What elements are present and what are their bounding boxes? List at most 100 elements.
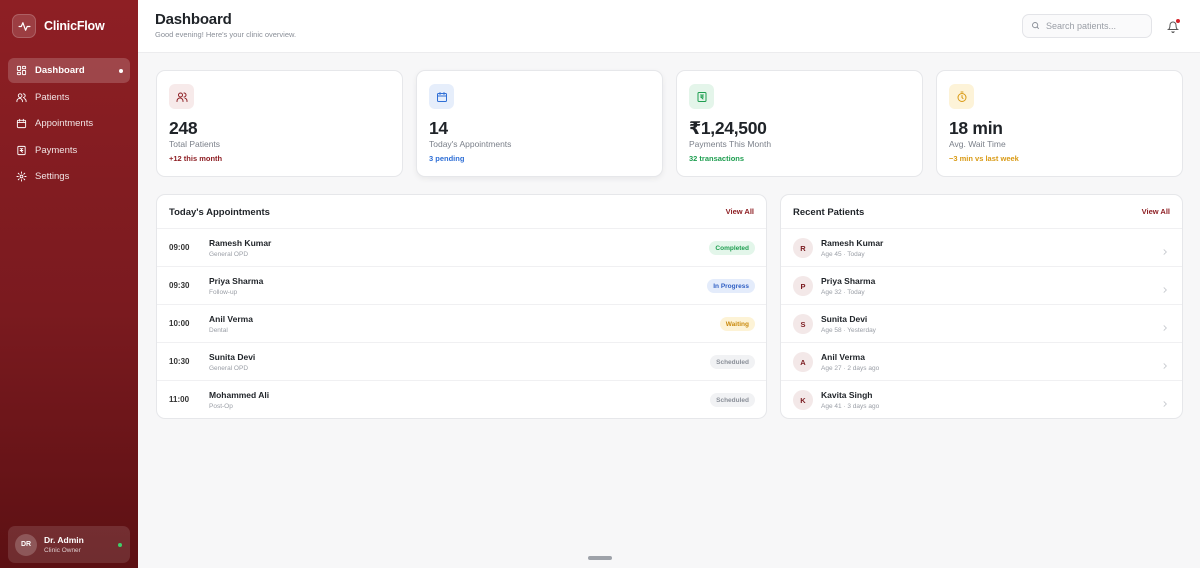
list-item[interactable]: S Sunita Devi Age 58 · Yesterday [781, 304, 1182, 342]
patient-meta: Age 45 · Today [821, 251, 865, 258]
recent-patients-panel: Recent Patients View All R Ramesh Kumar … [780, 194, 1183, 419]
view-all-appointments-link[interactable]: View All [726, 207, 754, 216]
table-row[interactable]: 11:00 Mohammed Ali Post-Op Scheduled [157, 380, 766, 418]
notifications-button[interactable] [1166, 19, 1180, 33]
chevron-right-icon [1161, 281, 1169, 293]
avatar: R [793, 238, 813, 258]
table-row[interactable]: 09:00 Ramesh Kumar General OPD Completed [157, 228, 766, 266]
avatar: K [793, 390, 813, 410]
appointment-time: 11:00 [169, 395, 190, 404]
receipt-icon [689, 84, 714, 109]
search-box[interactable] [1022, 14, 1152, 38]
receipt-icon [16, 145, 27, 156]
todays-appointments-panel: Today's Appointments View All 09:00 Rame… [156, 194, 767, 419]
page-title: Dashboard [155, 11, 232, 28]
status-badge: Completed [709, 241, 755, 255]
search-icon [1031, 17, 1040, 35]
patient-name: Sunita Devi [209, 352, 256, 362]
patient-name: Ramesh Kumar [209, 238, 272, 248]
chevron-right-icon [1161, 319, 1169, 331]
top-header: Dashboard Good evening! Here's your clin… [138, 0, 1200, 53]
sidebar-item-label: Dashboard [35, 65, 85, 76]
stat-label: Total Patients [169, 139, 221, 149]
avatar: P [793, 276, 813, 296]
patient-name: Anil Verma [821, 352, 865, 362]
stat-card-payments[interactable]: ₹1,24,500 Payments This Month 32 transac… [676, 70, 923, 177]
user-name: Dr. Admin [44, 535, 84, 545]
avatar: DR [15, 533, 37, 556]
panel-title: Recent Patients [793, 207, 865, 218]
patient-name: Kavita Singh [821, 390, 873, 400]
stat-value: ₹1,24,500 [689, 118, 767, 138]
sidebar-nav: Dashboard Patients Appointments Payments [8, 58, 130, 191]
patient-name: Priya Sharma [821, 276, 876, 286]
stat-note: 3 pending [429, 154, 465, 163]
stat-card-todays-appointments[interactable]: 14 Today's Appointments 3 pending [416, 70, 663, 177]
view-all-patients-link[interactable]: View All [1142, 207, 1170, 216]
status-badge: Scheduled [710, 355, 755, 369]
appointment-type: General OPD [209, 365, 249, 372]
brand-name: ClinicFlow [44, 19, 105, 33]
chevron-right-icon [1161, 357, 1169, 369]
patient-name: Sunita Devi [821, 314, 868, 324]
stat-note: 32 transactions [689, 154, 745, 163]
search-input[interactable] [1046, 21, 1141, 31]
brand[interactable]: ClinicFlow [12, 14, 105, 38]
calendar-icon [16, 118, 27, 129]
list-item[interactable]: A Anil Verma Age 27 · 2 days ago [781, 342, 1182, 380]
sidebar-item-patients[interactable]: Patients [8, 85, 130, 110]
patient-meta: Age 41 · 3 days ago [821, 403, 880, 410]
patient-name: Mohammed Ali [209, 390, 270, 400]
stat-card-total-patients[interactable]: 248 Total Patients +12 this month [156, 70, 403, 177]
appointment-time: 09:30 [169, 281, 190, 290]
user-role: Clinic Owner [44, 547, 81, 554]
patient-name: Ramesh Kumar [821, 238, 884, 248]
appointment-time: 10:00 [169, 319, 190, 328]
users-icon [16, 92, 27, 103]
sidebar-item-dashboard[interactable]: Dashboard [8, 58, 130, 83]
avatar: S [793, 314, 813, 334]
status-badge: Waiting [719, 317, 755, 331]
appointment-type: General OPD [209, 251, 249, 258]
list-item[interactable]: P Priya Sharma Age 32 · Today [781, 266, 1182, 304]
patient-name: Anil Verma [209, 314, 253, 324]
patient-name: Priya Sharma [209, 276, 264, 286]
sidebar: ClinicFlow Dashboard Patients Appointmen… [0, 0, 138, 568]
calendar-icon [429, 84, 454, 109]
stat-value: 248 [169, 118, 198, 138]
online-status-dot [118, 543, 122, 547]
appointment-type: Dental [209, 327, 228, 334]
page-subtitle: Good evening! Here's your clinic overvie… [155, 30, 297, 39]
appointment-time: 09:00 [169, 243, 190, 252]
chevron-right-icon [1161, 243, 1169, 255]
status-badge: In Progress [707, 279, 755, 293]
stat-label: Payments This Month [689, 139, 772, 149]
sidebar-item-label: Payments [35, 144, 78, 156]
patient-meta: Age 32 · Today [821, 289, 865, 296]
table-row[interactable]: 10:30 Sunita Devi General OPD Scheduled [157, 342, 766, 380]
table-row[interactable]: 10:00 Anil Verma Dental Waiting [157, 304, 766, 342]
appointment-type: Follow-up [209, 289, 238, 296]
stat-label: Today's Appointments [429, 139, 512, 149]
table-row[interactable]: 09:30 Priya Sharma Follow-up In Progress [157, 266, 766, 304]
appointment-time: 10:30 [169, 357, 190, 366]
chevron-right-icon [1161, 395, 1169, 407]
sidebar-item-label: Patients [35, 91, 70, 103]
avatar: A [793, 352, 813, 372]
sidebar-item-label: Settings [35, 171, 70, 182]
user-profile-card[interactable]: DR Dr. Admin Clinic Owner [8, 526, 130, 563]
sidebar-item-appointments[interactable]: Appointments [8, 111, 130, 136]
notification-dot [1176, 19, 1180, 23]
scroll-handle[interactable] [588, 556, 612, 560]
stat-note: −3 min vs last week [949, 154, 1019, 163]
list-item[interactable]: R Ramesh Kumar Age 45 · Today [781, 228, 1182, 266]
list-item[interactable]: K Kavita Singh Age 41 · 3 days ago [781, 380, 1182, 418]
panel-title: Today's Appointments [169, 207, 270, 218]
sidebar-item-settings[interactable]: Settings [8, 164, 130, 189]
patient-meta: Age 58 · Yesterday [821, 327, 876, 334]
sidebar-item-payments[interactable]: Payments [8, 138, 130, 163]
pulse-icon [12, 14, 36, 38]
stat-label: Avg. Wait Time [949, 139, 1006, 149]
stat-card-wait-time[interactable]: 18 min Avg. Wait Time −3 min vs last wee… [936, 70, 1183, 177]
status-badge: Scheduled [710, 393, 755, 407]
